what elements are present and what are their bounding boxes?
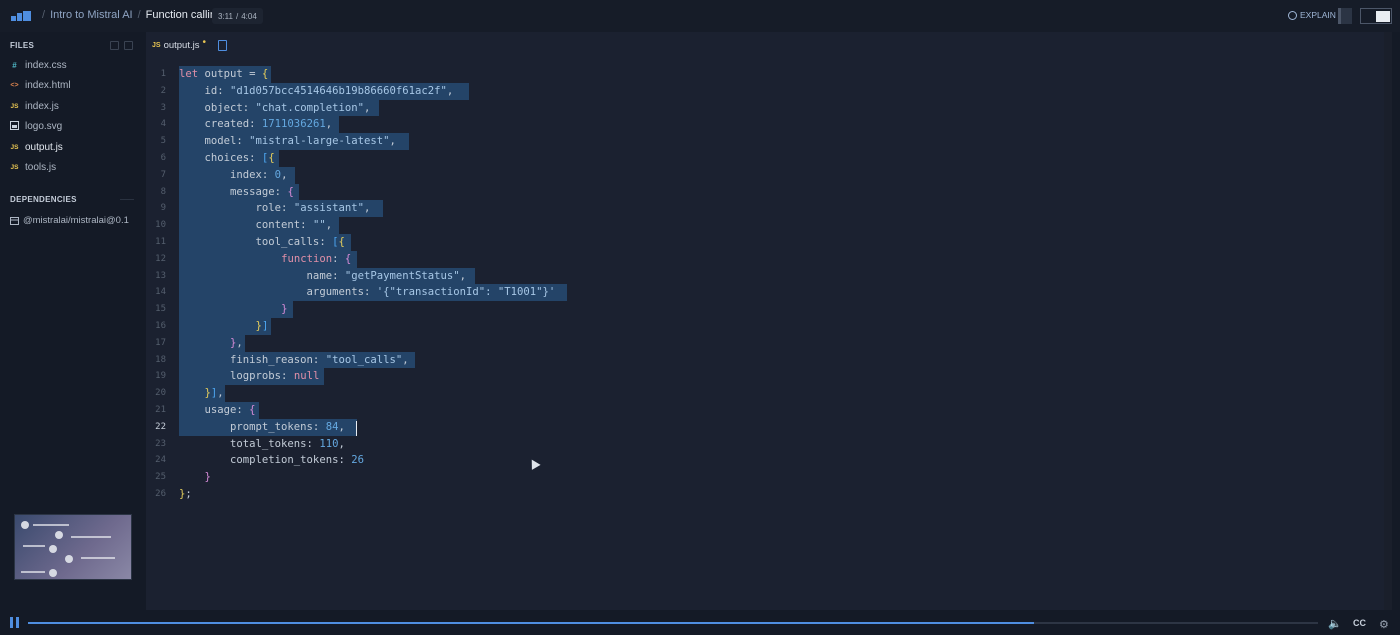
code-editor[interactable]: JS output.js • 1 let output = { 2 id: "d1… bbox=[146, 32, 1392, 610]
code-line: 1 let output = { bbox=[160, 68, 269, 80]
breadcrumb: / Intro to Mistral AI / Function calling bbox=[42, 9, 223, 21]
unsaved-indicator: • bbox=[202, 37, 206, 48]
file-item-index-css[interactable]: # index.css bbox=[10, 60, 66, 71]
time-total: 4:04 bbox=[241, 11, 257, 21]
css-file-icon: # bbox=[12, 61, 17, 70]
file-item-output-js[interactable]: JS output.js bbox=[10, 142, 63, 153]
time-current: 3:11 bbox=[218, 11, 233, 21]
code-line: 26}; bbox=[155, 488, 192, 500]
code-line: 20 }], bbox=[155, 387, 224, 400]
file-item-tools-js[interactable]: JS tools.js bbox=[10, 162, 57, 173]
lesson-duration: 3:11 / 4:04 bbox=[212, 8, 263, 24]
progress-fill bbox=[28, 622, 1035, 624]
code-line: 25 } bbox=[155, 471, 211, 484]
code-line-current: 22 prompt_tokens: 84, bbox=[155, 420, 345, 433]
js-file-icon: JS bbox=[152, 42, 161, 49]
volume-icon[interactable]: 🔈 bbox=[1328, 617, 1342, 630]
image-file-icon bbox=[10, 121, 19, 132]
breadcrumb-course[interactable]: Intro to Mistral AI bbox=[50, 9, 133, 21]
scrimba-logo-icon[interactable] bbox=[11, 11, 31, 21]
new-file-icon[interactable] bbox=[110, 41, 119, 50]
code-line: 14 arguments: '{"transactionId": "T1001"… bbox=[155, 286, 556, 299]
text-caret bbox=[356, 421, 357, 436]
code-line: 12 function: { bbox=[155, 252, 352, 265]
captions-button[interactable]: CC bbox=[1353, 618, 1366, 628]
code-line: 17 }, bbox=[155, 336, 243, 349]
settings-gear-icon[interactable]: ⚙ bbox=[1379, 618, 1389, 631]
package-icon bbox=[10, 217, 19, 225]
code-line: 3 object: "chat.completion", bbox=[160, 101, 371, 114]
code-line: 6 choices: [{ bbox=[160, 152, 275, 164]
js-file-icon: JS bbox=[10, 164, 19, 171]
file-item-logo-svg[interactable]: logo.svg bbox=[10, 121, 62, 132]
new-folder-icon[interactable] bbox=[124, 41, 133, 50]
code-line: 10 content: "", bbox=[155, 219, 333, 232]
code-line: 2 id: "d1d057bcc4514646b19b86660f61ac2f"… bbox=[160, 84, 454, 97]
code-line: 18 finish_reason: "tool_calls", bbox=[155, 353, 409, 366]
new-file-icon[interactable] bbox=[218, 40, 227, 51]
html-file-icon: <> bbox=[10, 82, 19, 89]
code-line: 9 role: "assistant", bbox=[160, 202, 371, 215]
files-section-title: FILES bbox=[10, 41, 35, 50]
dependency-item[interactable]: @mistralai/mistralai@0.1 bbox=[10, 215, 140, 226]
file-item-index-html[interactable]: <> index.html bbox=[10, 80, 70, 91]
dependencies-section-title: DEPENDENCIES bbox=[10, 195, 77, 204]
explain-button[interactable]: EXPLAIN bbox=[1288, 10, 1336, 20]
tab-output-js[interactable]: JS output.js • bbox=[152, 37, 227, 51]
breadcrumb-lesson: Function calling bbox=[145, 9, 223, 21]
code-line: 16 }] bbox=[155, 320, 269, 332]
js-file-icon: JS bbox=[10, 103, 19, 110]
progress-track[interactable] bbox=[28, 622, 1318, 624]
code-line: 5 model: "mistral-large-latest", bbox=[160, 135, 396, 148]
sidebar: FILES # index.css <> index.html JS index… bbox=[0, 32, 146, 610]
player-controls: 🔈 CC ⚙ bbox=[0, 610, 1400, 635]
explain-icon bbox=[1288, 10, 1297, 20]
code-line: 11 tool_calls: [{ bbox=[155, 236, 345, 248]
code-line: 19 logprobs: null bbox=[155, 370, 320, 383]
pause-button[interactable] bbox=[10, 617, 20, 628]
top-bar: / Intro to Mistral AI / Function calling… bbox=[0, 0, 1400, 32]
code-line: 8 message: { bbox=[160, 185, 294, 198]
video-thumbnail[interactable] bbox=[14, 514, 132, 580]
code-line: 23 total_tokens: 110, bbox=[155, 437, 345, 450]
code-line: 24 completion_tokens: 26 bbox=[155, 454, 364, 467]
code-line: 21 usage: { bbox=[155, 404, 256, 416]
js-file-icon: JS bbox=[10, 144, 19, 151]
code-line: 15 } bbox=[155, 303, 288, 316]
code-line: 4 created: 1711036261, bbox=[160, 118, 333, 131]
code-line: 7 index: 0, bbox=[160, 168, 288, 181]
file-item-index-js[interactable]: JS index.js bbox=[10, 101, 59, 112]
layout-split-button[interactable] bbox=[1360, 8, 1392, 24]
code-line: 13 name: "getPaymentStatus", bbox=[155, 269, 467, 282]
layout-toggle-button[interactable] bbox=[1338, 8, 1352, 24]
